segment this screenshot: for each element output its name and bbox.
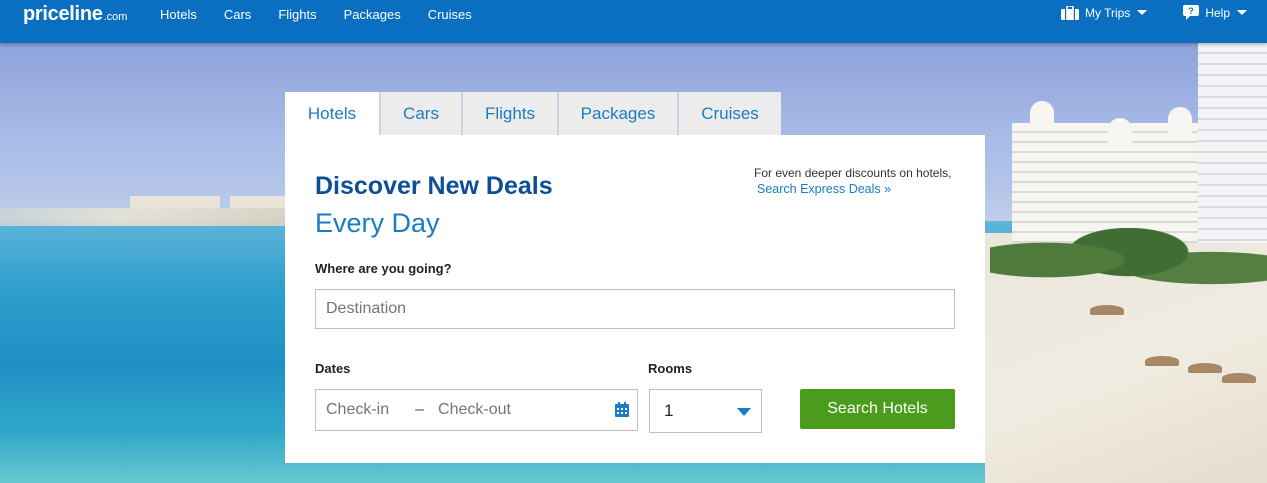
beach-umbrella: [1145, 356, 1179, 366]
search-hotels-button[interactable]: Search Hotels: [800, 389, 955, 429]
palm-trees: [990, 228, 1267, 308]
rooms-select[interactable]: 1: [649, 389, 762, 433]
beach-umbrella: [1090, 305, 1124, 315]
suitcase-icon: [1060, 5, 1079, 20]
hotel-search-panel: Discover New Deals Every Day For even de…: [285, 135, 985, 463]
hotel-tower: [1198, 43, 1267, 243]
express-deals-note: For even deeper discounts on hotels,: [754, 166, 952, 180]
tab-flights[interactable]: Flights: [461, 92, 557, 135]
tab-cars[interactable]: Cars: [379, 92, 461, 135]
destination-label: Where are you going?: [315, 261, 452, 276]
nav-link-packages[interactable]: Packages: [344, 7, 401, 22]
chevron-down-icon: [1137, 10, 1148, 15]
my-trips-label: My Trips: [1084, 5, 1131, 20]
nav-link-hotels[interactable]: Hotels: [160, 7, 197, 22]
chevron-down-icon: [737, 408, 751, 416]
tab-packages[interactable]: Packages: [557, 92, 677, 135]
rooms-label: Rooms: [648, 361, 693, 376]
beach-umbrella: [1188, 363, 1222, 373]
rooms-value: 1: [664, 401, 674, 420]
hotel-dome: [1030, 101, 1054, 127]
date-separator: –: [415, 401, 425, 418]
product-tabs: Hotels Cars Flights Packages Cruises: [285, 92, 781, 135]
help-menu[interactable]: ? Help: [1183, 5, 1247, 20]
page-title: Discover New Deals: [315, 172, 553, 200]
help-label: Help: [1205, 5, 1230, 20]
hotel-dome: [1168, 107, 1192, 133]
top-nav-bar: priceline .com Hotels Cars Flights Packa…: [0, 0, 1267, 43]
nav-link-cruises[interactable]: Cruises: [428, 7, 472, 22]
logo-domain: .com: [103, 11, 128, 23]
hero-far-shore: [0, 208, 300, 226]
tab-cruises[interactable]: Cruises: [677, 92, 781, 135]
date-range-picker: Check-in – Check-out: [315, 389, 638, 431]
account-nav: My Trips ? Help: [1060, 5, 1267, 20]
hotel-building: [1012, 123, 1202, 243]
main-nav-links: Hotels Cars Flights Packages Cruises: [160, 7, 499, 22]
svg-text:?: ?: [1189, 6, 1195, 16]
priceline-logo[interactable]: priceline .com: [23, 3, 127, 26]
tab-hotels[interactable]: Hotels: [285, 92, 379, 135]
checkout-field[interactable]: Check-out: [438, 401, 511, 419]
help-bubble-icon: ?: [1183, 5, 1200, 20]
chevron-down-icon: [1237, 10, 1247, 15]
beach-umbrella: [1222, 373, 1256, 383]
page-subtitle: Every Day: [315, 208, 440, 238]
my-trips-menu[interactable]: My Trips: [1060, 5, 1148, 20]
destination-input[interactable]: [315, 289, 955, 329]
logo-text: priceline: [23, 3, 103, 25]
checkin-field[interactable]: Check-in: [326, 401, 389, 419]
hotel-dome: [1108, 118, 1132, 144]
dates-label: Dates: [315, 361, 351, 376]
nav-link-flights[interactable]: Flights: [278, 7, 316, 22]
nav-link-cars[interactable]: Cars: [224, 7, 251, 22]
express-deals-link[interactable]: Search Express Deals »: [757, 182, 891, 196]
calendar-icon[interactable]: [615, 402, 629, 417]
